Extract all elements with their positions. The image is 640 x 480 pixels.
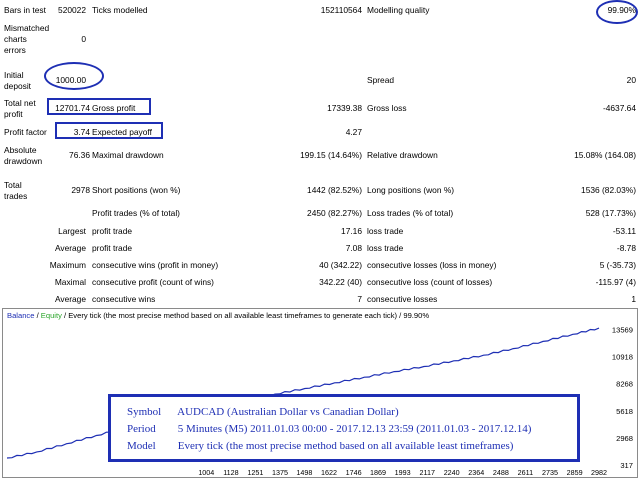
maximum-label: Maximum — [49, 260, 86, 270]
average-label: Average — [54, 243, 86, 253]
net-profit-highlight — [47, 98, 151, 115]
x-tick-label: 1993 — [395, 468, 411, 477]
short-positions-value: 1442 (82.52%) — [307, 185, 362, 195]
total-trades-label-1: Total — [4, 180, 22, 190]
modelling-quality-label: Modelling quality — [367, 5, 430, 15]
strategy-tester-report: Bars in test 520022 Ticks modelled 15211… — [0, 0, 640, 304]
mismatched-label-2: charts — [4, 34, 27, 44]
average-loss-label: loss trade — [367, 243, 404, 253]
x-tick-label: 1251 — [247, 468, 263, 477]
avg-cons-wins-value: 7 — [357, 294, 362, 304]
max-cons-wins-value: 40 (342.22) — [319, 260, 362, 270]
avg-cons-losses-label: consecutive losses — [367, 294, 438, 304]
profit-trades-value: 2450 (82.27%) — [307, 208, 362, 218]
test-info-box: Symbol AUDCAD (Australian Dollar vs Cana… — [108, 394, 580, 462]
profit-trades-label: Profit trades (% of total) — [92, 208, 180, 218]
total-net-profit-label-1: Total net — [4, 98, 36, 108]
model-row: Model Every tick (the most precise metho… — [127, 439, 513, 453]
period-value: 5 Minutes (M5) 2011.01.03 00:00 - 2017.1… — [177, 423, 532, 435]
x-tick-label: 1498 — [296, 468, 312, 477]
mismatched-value: 0 — [81, 34, 86, 44]
ticks-modelled-label: Ticks modelled — [92, 5, 148, 15]
relative-drawdown-value: 15.08% (164.08) — [574, 150, 636, 160]
relative-drawdown-label: Relative drawdown — [367, 150, 438, 160]
x-tick-label: 2982 — [591, 468, 607, 477]
average-profit-label: profit trade — [92, 243, 133, 253]
loss-trades-value: 528 (17.73%) — [585, 208, 636, 218]
x-tick-label: 2488 — [493, 468, 509, 477]
y-tick-label: 2968 — [616, 434, 633, 443]
largest-profit-label: profit trade — [92, 226, 133, 236]
maximal-cons-profit-label: consecutive profit (count of wins) — [92, 277, 214, 287]
maximal-cons-loss-value: -115.97 (4) — [595, 277, 636, 287]
expected-payoff-value: 4.27 — [345, 127, 362, 137]
largest-label: Largest — [58, 226, 86, 236]
x-tick-label: 1622 — [321, 468, 337, 477]
initial-deposit-highlight — [44, 62, 104, 90]
gross-loss-label: Gross loss — [367, 103, 407, 113]
x-tick-label: 2859 — [567, 468, 583, 477]
total-trades-label-2: trades — [4, 191, 28, 201]
absolute-drawdown-value: 76.36 — [69, 150, 90, 160]
model-key: Model — [127, 440, 156, 452]
x-tick-label: 1869 — [370, 468, 386, 477]
spread-label: Spread — [367, 75, 395, 85]
max-cons-losses-label: consecutive losses (loss in money) — [367, 260, 497, 270]
x-tick-label: 1004 — [198, 468, 214, 477]
total-net-profit-label-2: profit — [4, 109, 23, 119]
maximal-label: Maximal — [54, 277, 86, 287]
y-tick-label: 5618 — [616, 407, 633, 416]
y-tick-label: 317 — [620, 461, 633, 470]
average2-label: Average — [54, 294, 86, 304]
bars-in-test-value: 520022 — [58, 5, 86, 15]
symbol-value: AUDCAD (Australian Dollar vs Canadian Do… — [177, 406, 399, 418]
symbol-row: Symbol AUDCAD (Australian Dollar vs Cana… — [127, 405, 399, 419]
maximal-drawdown-label: Maximal drawdown — [92, 150, 164, 160]
period-row: Period 5 Minutes (M5) 2011.01.03 00:00 -… — [127, 422, 531, 436]
avg-cons-wins-label: consecutive wins — [92, 294, 156, 304]
loss-trades-label: Loss trades (% of total) — [367, 208, 454, 218]
x-tick-label: 2240 — [444, 468, 460, 477]
average-profit-value: 7.08 — [345, 243, 362, 253]
period-key: Period — [127, 423, 156, 435]
x-tick-label: 2611 — [518, 468, 533, 477]
x-tick-label: 2117 — [420, 468, 435, 477]
x-tick-label: 2364 — [468, 468, 484, 477]
avg-cons-losses-value: 1 — [631, 294, 636, 304]
mismatched-label-3: errors — [4, 45, 26, 55]
profit-factor-highlight — [55, 122, 163, 139]
modelling-quality-highlight — [596, 0, 638, 24]
short-positions-label: Short positions (won %) — [92, 185, 181, 195]
x-tick-label: 1375 — [272, 468, 288, 477]
largest-profit-value: 17.16 — [341, 226, 362, 236]
absolute-drawdown-label-2: drawdown — [4, 156, 43, 166]
long-positions-label: Long positions (won %) — [367, 185, 455, 195]
initial-deposit-label-1: Initial — [4, 70, 24, 80]
x-tick-label: 1746 — [346, 468, 362, 477]
max-cons-losses-value: 5 (-35.73) — [599, 260, 636, 270]
spread-value: 20 — [626, 75, 636, 85]
y-tick-label: 8268 — [616, 380, 633, 389]
model-value: Every tick (the most precise method base… — [177, 440, 514, 452]
gross-loss-value: -4637.64 — [602, 103, 636, 113]
maximal-drawdown-value: 199.15 (14.64%) — [300, 150, 362, 160]
y-tick-label: 13569 — [612, 325, 633, 334]
maximal-cons-loss-label: consecutive loss (count of losses) — [367, 277, 493, 287]
mismatched-label-1: Mismatched — [4, 23, 50, 33]
largest-loss-label: loss trade — [367, 226, 404, 236]
long-positions-value: 1536 (82.03%) — [581, 185, 636, 195]
symbol-key: Symbol — [127, 406, 162, 418]
x-tick-label: 1128 — [223, 468, 238, 477]
average-loss-value: -8.78 — [616, 243, 636, 253]
y-tick-label: 10918 — [612, 353, 633, 362]
largest-loss-value: -53.11 — [612, 226, 636, 236]
gross-profit-value: 17339.38 — [327, 103, 362, 113]
max-cons-wins-label: consecutive wins (profit in money) — [92, 260, 219, 270]
maximal-cons-profit-value: 342.22 (40) — [319, 277, 362, 287]
initial-deposit-label-2: deposit — [4, 81, 32, 91]
total-trades-value: 2978 — [71, 185, 90, 195]
ticks-modelled-value: 152110564 — [320, 5, 362, 15]
absolute-drawdown-label-1: Absolute — [4, 145, 37, 155]
x-tick-label: 2735 — [542, 468, 558, 477]
